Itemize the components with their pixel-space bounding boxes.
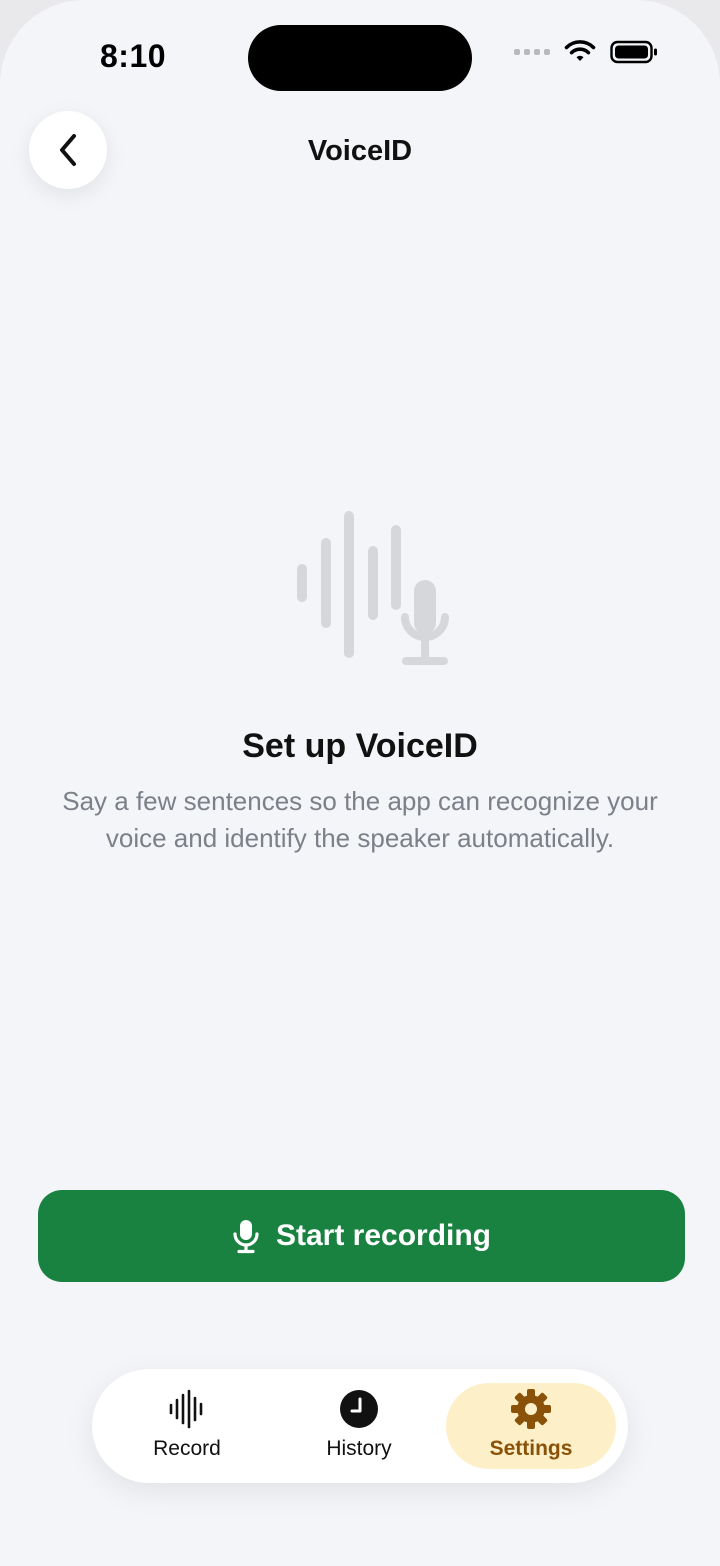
tab-settings[interactable]: Settings xyxy=(446,1383,616,1469)
tab-record[interactable]: Record xyxy=(102,1383,272,1469)
battery-icon xyxy=(610,40,657,64)
dynamic-island xyxy=(248,25,472,91)
start-recording-label: Start recording xyxy=(275,1219,492,1252)
waveform-icon xyxy=(169,1389,203,1429)
wifi-icon xyxy=(564,40,596,61)
start-recording-button[interactable]: Start recording xyxy=(38,1190,685,1282)
hero-title: Set up VoiceID xyxy=(242,727,478,765)
hero-description: Say a few sentences so the app can recog… xyxy=(62,786,658,853)
tab-history-label: History xyxy=(326,1437,392,1460)
tab-settings-label: Settings xyxy=(489,1437,573,1460)
tab-bar: Record History Settings xyxy=(92,1369,628,1483)
screen: 8:10 VoiceID Set up VoiceID Say a few se… xyxy=(0,0,720,1566)
status-time: 8:10 xyxy=(100,38,167,74)
clock-icon xyxy=(340,1390,378,1428)
microphone-icon xyxy=(233,1220,259,1254)
gear-icon xyxy=(511,1389,551,1429)
status-icons xyxy=(514,40,658,64)
tab-history[interactable]: History xyxy=(274,1383,444,1469)
page-title: VoiceID xyxy=(307,135,413,167)
voice-waveform-microphone-icon xyxy=(297,511,449,665)
tab-record-label: Record xyxy=(153,1437,221,1460)
cellular-signal-icon xyxy=(514,49,550,55)
